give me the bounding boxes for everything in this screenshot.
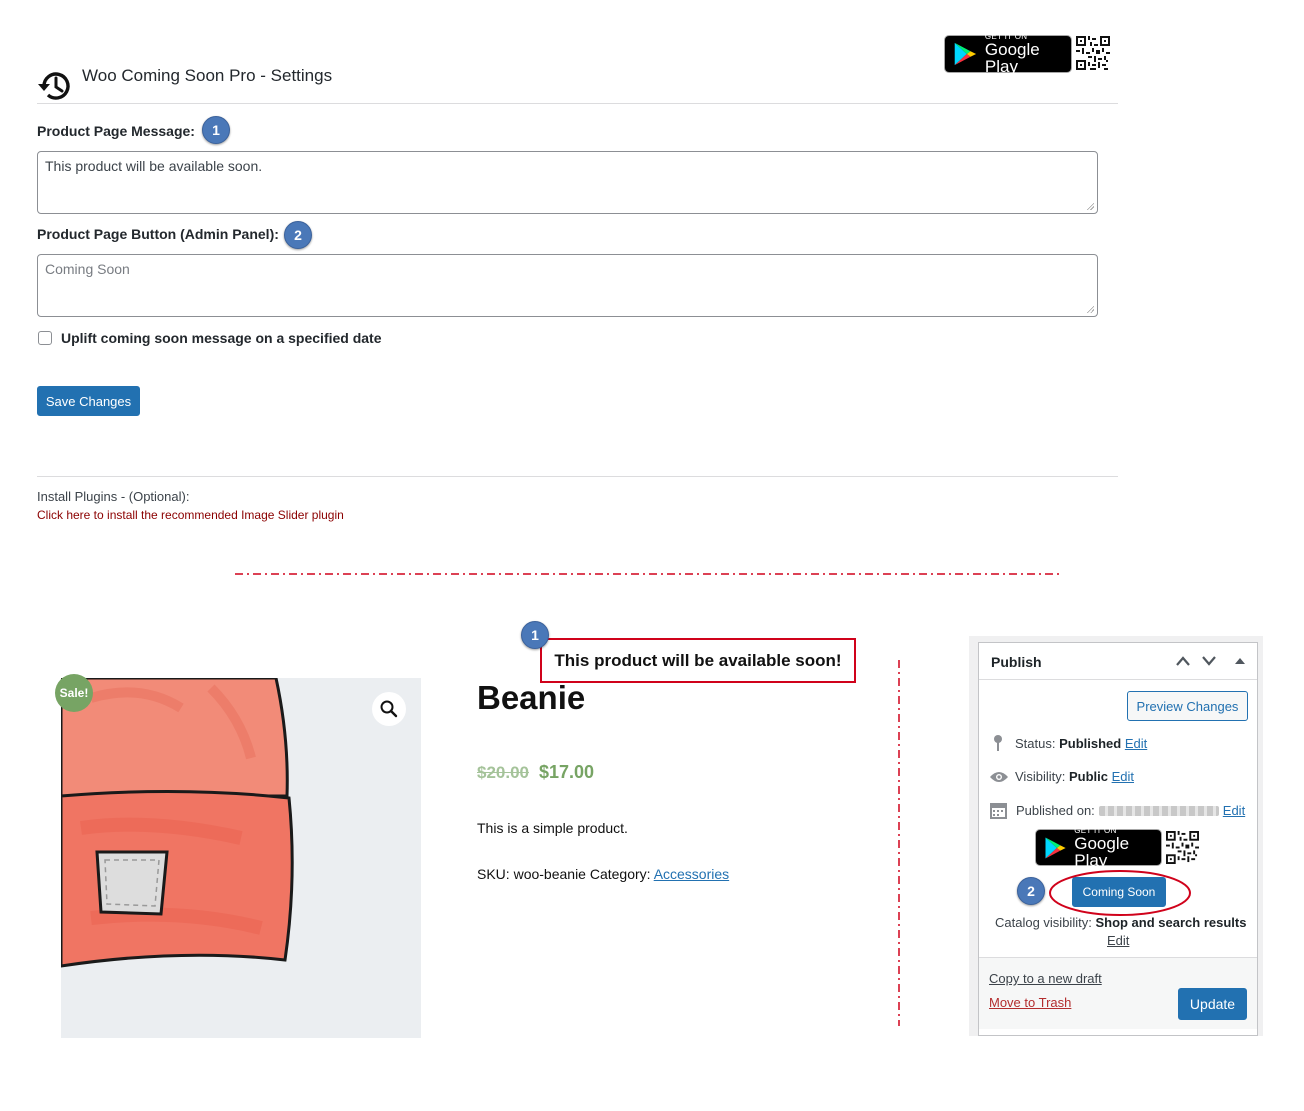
preview-changes-button[interactable]: Preview Changes	[1127, 691, 1248, 721]
publish-google-play-badge[interactable]: GET IT ON Google Play	[1035, 826, 1162, 870]
google-play-big-text: Google Play	[1074, 833, 1130, 870]
category-link[interactable]: Accessories	[654, 866, 729, 882]
published-on-label: Published on:	[1016, 803, 1095, 818]
qr-code-icon	[1166, 831, 1199, 864]
visibility-value: Public	[1068, 769, 1108, 784]
vertical-separator	[898, 660, 900, 1026]
google-play-big-text: Google Play	[984, 40, 1040, 76]
collapse-triangle-icon[interactable]	[1234, 656, 1246, 666]
google-play-badge[interactable]: GET IT ON Google Play	[944, 33, 1072, 76]
coming-soon-notice: This product will be available soon!	[540, 638, 856, 683]
publish-footer: Copy to a new draft Move to Trash Update	[979, 957, 1257, 1029]
sku-value: woo-beanie	[513, 866, 586, 882]
published-on-row: Published on: Edit	[990, 802, 1245, 819]
catalog-visibility-row: Catalog visibility: Shop and search resu…	[995, 915, 1246, 930]
chevron-down-icon[interactable]	[1201, 655, 1217, 667]
status-row: Status: Published Edit	[991, 734, 1147, 752]
beanie-image	[61, 678, 294, 968]
google-play-icon	[1045, 837, 1066, 858]
install-divider	[37, 476, 1118, 477]
sale-badge: Sale!	[55, 674, 93, 712]
uplift-checkbox-label[interactable]: Uplift coming soon message on a specifie…	[61, 330, 382, 346]
catalog-visibility-edit-link[interactable]: Edit	[1107, 933, 1129, 948]
section-separator	[235, 573, 1063, 575]
product-title: Beanie	[477, 679, 586, 716]
chevron-up-icon[interactable]	[1175, 655, 1191, 667]
install-plugins-label: Install Plugins - (Optional):	[37, 489, 190, 504]
published-on-edit-link[interactable]: Edit	[1223, 803, 1245, 818]
move-to-trash-link[interactable]: Move to Trash	[989, 995, 1071, 1010]
highlight-ellipse	[1049, 870, 1191, 916]
pin-icon	[994, 735, 1002, 751]
product-image[interactable]	[61, 678, 421, 1038]
magnifier-icon	[380, 700, 398, 718]
visibility-label: Visibility:	[1015, 769, 1066, 784]
product-page-message-value: This product will be available soon.	[45, 158, 263, 174]
step-badge-1-preview: 1	[521, 621, 549, 649]
google-play-icon	[954, 42, 977, 66]
publish-box: Publish Preview Changes Status: Publishe…	[978, 642, 1258, 1036]
resize-grip-icon[interactable]	[1086, 305, 1094, 313]
qr-code-icon	[1076, 36, 1110, 70]
step-badge-2-publish: 2	[1017, 877, 1045, 905]
old-price: $20.00	[477, 763, 529, 782]
install-plugin-link[interactable]: Click here to install the recommended Im…	[37, 508, 344, 522]
update-button[interactable]: Update	[1178, 988, 1247, 1020]
status-edit-link[interactable]: Edit	[1125, 736, 1147, 751]
blurred-date	[1098, 805, 1219, 816]
product-page-button-placeholder: Coming Soon	[45, 261, 130, 277]
zoom-button[interactable]	[372, 692, 406, 726]
product-meta: SKU: woo-beanie Category: Accessories	[477, 866, 729, 882]
save-changes-button[interactable]: Save Changes	[37, 386, 140, 416]
status-value: Published	[1059, 735, 1122, 751]
copy-to-draft-link[interactable]: Copy to a new draft	[989, 971, 1102, 986]
publish-header-divider	[979, 679, 1257, 680]
visibility-row: Visibility: Public Edit	[989, 769, 1134, 784]
category-label: Category:	[589, 866, 651, 882]
status-label: Status:	[1015, 735, 1056, 751]
catalog-visibility-value: Shop and search results	[1095, 915, 1247, 930]
header-divider	[37, 103, 1118, 104]
sale-price: $17.00	[539, 762, 595, 782]
uplift-checkbox[interactable]	[38, 331, 52, 345]
publish-header: Publish	[991, 654, 1042, 670]
catalog-visibility-label: Catalog visibility:	[995, 915, 1092, 930]
product-page-message-label: Product Page Message:	[37, 123, 195, 139]
product-description: This is a simple product.	[477, 820, 628, 836]
sku-label: SKU:	[477, 866, 510, 882]
step-badge-1: 1	[202, 116, 230, 144]
settings-title: Woo Coming Soon Pro - Settings	[82, 66, 333, 85]
calendar-icon	[990, 803, 1007, 819]
history-icon	[38, 72, 70, 100]
step-badge-2: 2	[284, 221, 312, 249]
product-page-button-input[interactable]: Coming Soon	[37, 254, 1098, 317]
product-page-message-input[interactable]: This product will be available soon.	[37, 151, 1098, 214]
product-page-button-label: Product Page Button (Admin Panel):	[37, 226, 279, 242]
eye-icon	[990, 771, 1008, 782]
resize-grip-icon[interactable]	[1086, 202, 1094, 210]
visibility-edit-link[interactable]: Edit	[1112, 769, 1134, 784]
